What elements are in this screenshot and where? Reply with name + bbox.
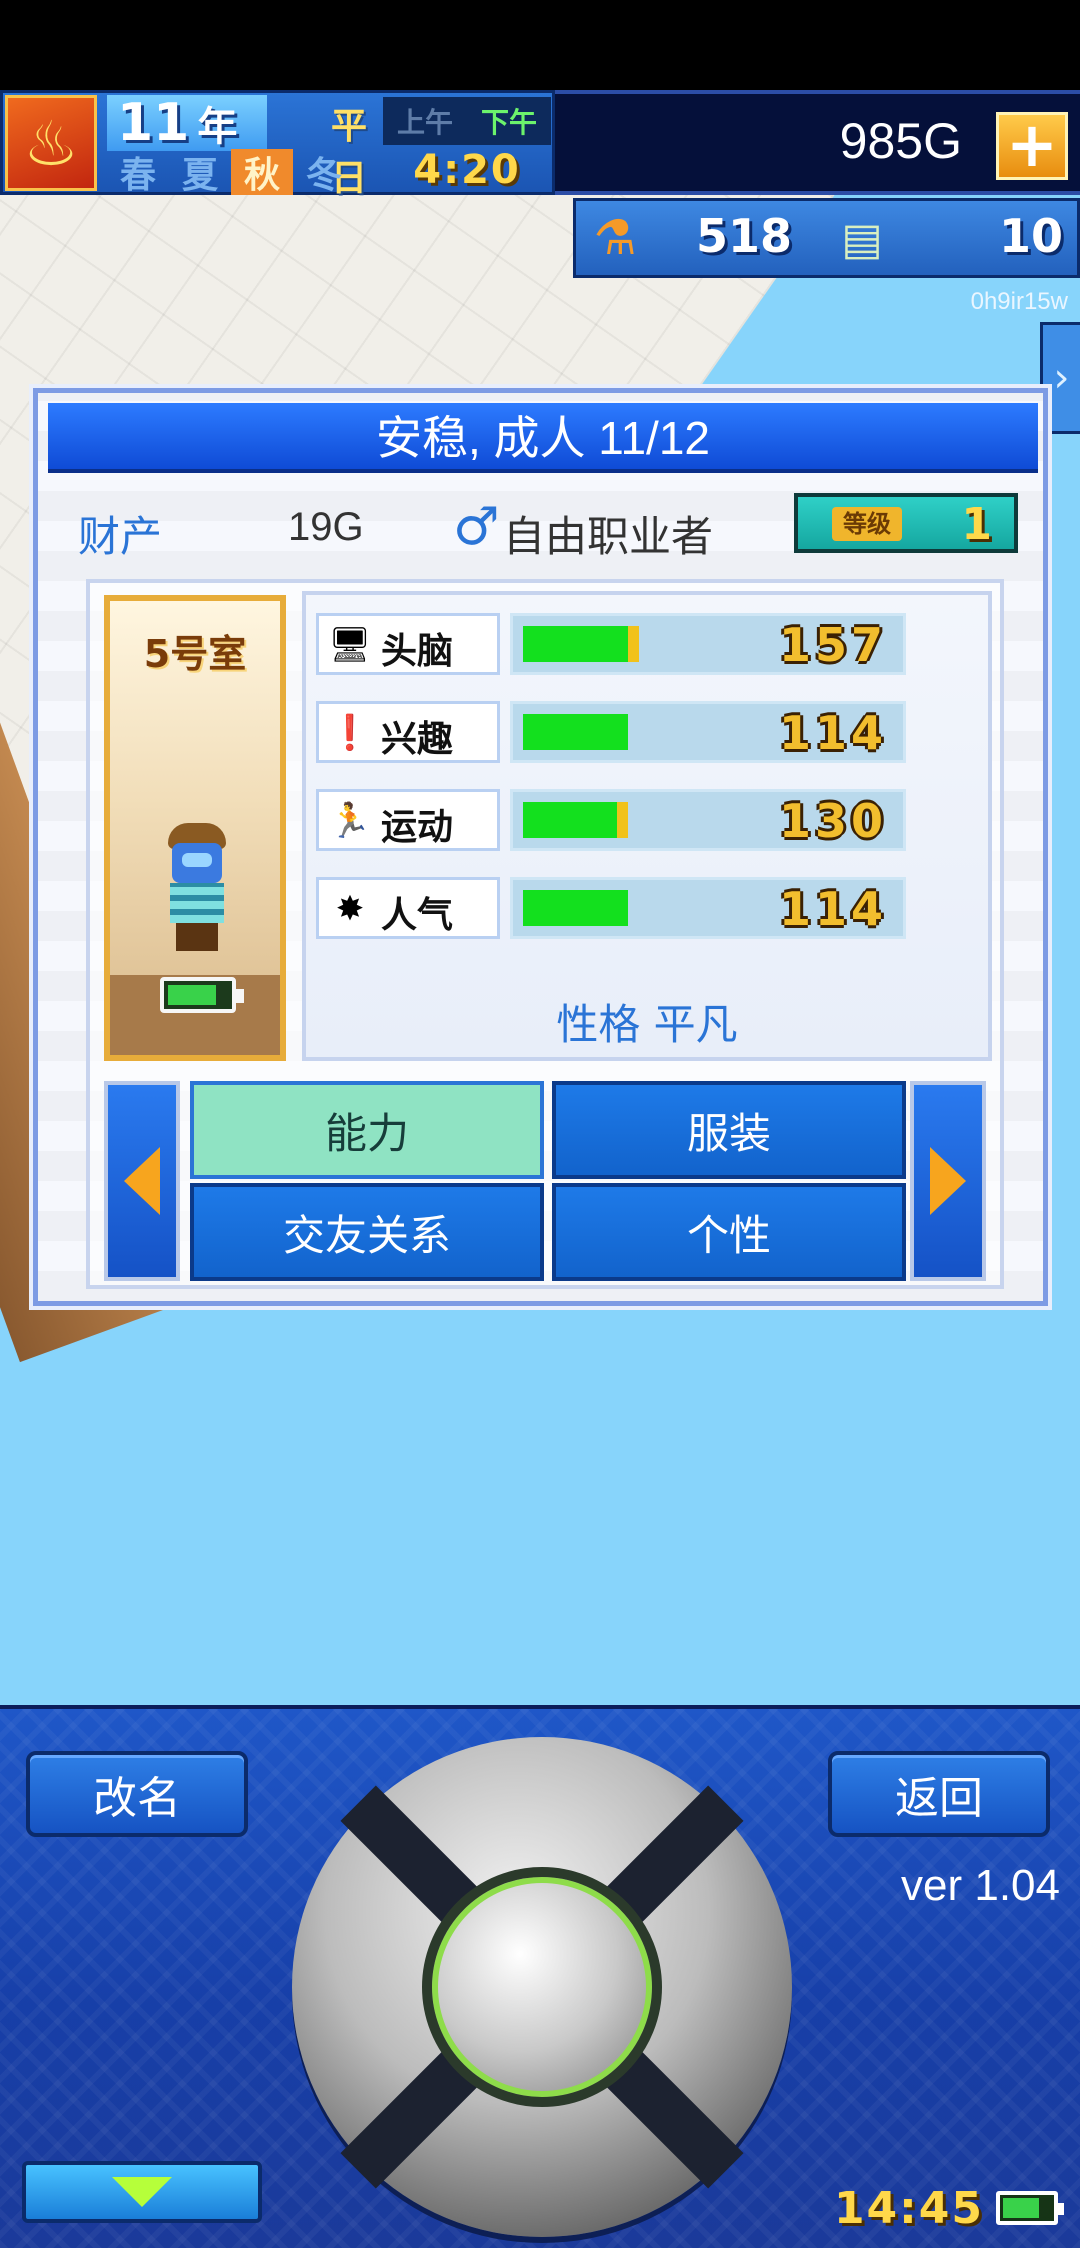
- stat-bar: 157: [510, 613, 906, 675]
- stat-name-box: 🏃 运动: [316, 789, 500, 851]
- stat-bar: 114: [510, 701, 906, 763]
- directional-pad[interactable]: [292, 1737, 792, 2237]
- tab-outfit[interactable]: 服装: [552, 1081, 906, 1179]
- resident-profile-panel: 安稳, 成人 11/12 财产 19G ♂ 自由职业者 等级 1 5号室 🖥 头…: [33, 388, 1048, 1306]
- year-number: 11: [117, 93, 190, 153]
- stat-name-box: ❗ 兴趣: [316, 701, 500, 763]
- ticket-icon: ▤: [841, 213, 883, 265]
- job-title: 自由职业者: [503, 512, 714, 561]
- level-label: 等级: [832, 507, 902, 541]
- money-panel: 985G +: [555, 90, 1080, 195]
- rename-button[interactable]: 改名: [26, 1751, 248, 1837]
- arrow-right-icon: [930, 1147, 966, 1215]
- previous-resident-button[interactable]: [104, 1081, 180, 1281]
- stat-bar-fill: [523, 890, 629, 926]
- research-points-value: 518: [696, 209, 793, 263]
- stat-label: 人气: [381, 895, 454, 936]
- tab-ability[interactable]: 能力: [190, 1081, 544, 1179]
- profile-body: 5号室 🖥 头脑 157 ❗ 兴趣 114 🏃 运动 130 ✸ 人气 114 …: [86, 579, 1004, 1289]
- stat-name-box: ✸ 人气: [316, 877, 500, 939]
- sprite-legs: [176, 923, 218, 951]
- stat-name-box: 🖥 头脑: [316, 613, 500, 675]
- stat-value: 114: [778, 706, 887, 760]
- stat-bar-bonus: [616, 802, 629, 838]
- stat-bar-fill: [523, 802, 617, 838]
- stat-bar-bonus: [628, 626, 639, 662]
- stat-row-brain: 🖥 头脑 157: [316, 613, 916, 677]
- stat-row-popularity: ✸ 人气 114: [316, 877, 916, 941]
- season-summer: 夏: [181, 155, 218, 196]
- resources-panel: ⚗ 518 ▤ 10: [573, 198, 1080, 278]
- stat-label: 兴趣: [381, 719, 454, 760]
- year-display: 11 年: [107, 93, 267, 153]
- stat-bar-fill: [523, 626, 629, 662]
- season-indicator: 春 夏 秋 冬: [107, 149, 377, 196]
- profile-tabs: 能力 服装 交友关系 个性: [190, 1081, 906, 1281]
- am-pm-indicator: 上午 下午: [383, 97, 551, 145]
- stat-value: 114: [778, 882, 887, 936]
- add-money-button[interactable]: +: [996, 112, 1068, 180]
- season-spring: 春: [119, 155, 156, 196]
- male-gender-icon: ♂: [453, 497, 500, 557]
- stat-bar: 130: [510, 789, 906, 851]
- dpad-center-button[interactable]: [422, 1867, 662, 2107]
- tab-friends[interactable]: 交友关系: [190, 1183, 544, 1281]
- info-row: 财产 19G ♂ 自由职业者 等级 1: [78, 493, 1028, 563]
- stat-label: 运动: [381, 807, 454, 848]
- stamina-battery-icon: [160, 977, 244, 1013]
- personality-label: 性格 平凡: [556, 1000, 738, 1049]
- device-clock: 14:45: [833, 2183, 984, 2234]
- room-number: 5号室: [143, 632, 247, 676]
- sprite-body: [170, 883, 224, 923]
- player-id: 0h9ir15w: [970, 288, 1068, 315]
- brain-icon: 🖥: [328, 625, 372, 665]
- stat-label: 头脑: [381, 631, 454, 672]
- controller-panel: 改名 返回 ver 1.04 14:45: [0, 1705, 1080, 2248]
- battery-icon: [996, 2191, 1064, 2225]
- back-button[interactable]: 返回: [828, 1751, 1050, 1837]
- am-label: 上午: [396, 106, 453, 139]
- game-clock: 4:20: [413, 147, 521, 193]
- date-time-panel: ♨ 11 年 平日 上午 下午 春 夏 秋 冬 4:20: [0, 90, 555, 199]
- weekday-label: 平日: [330, 106, 367, 199]
- assets-label: 财产: [78, 512, 163, 561]
- sport-icon: 🏃: [328, 801, 372, 841]
- chevron-right-icon: ›: [1053, 355, 1070, 401]
- chevron-down-icon: [112, 2177, 172, 2207]
- next-resident-button[interactable]: [910, 1081, 986, 1281]
- stat-row-hobby: ❗ 兴趣 114: [316, 701, 916, 765]
- version-label: ver 1.04: [901, 1861, 1060, 1910]
- pm-label: 下午: [480, 106, 537, 139]
- season-flame-icon: ♨: [5, 95, 97, 191]
- resident-sprite: [162, 823, 232, 953]
- hobby-icon: ❗: [328, 713, 372, 753]
- collapse-button[interactable]: [22, 2161, 262, 2223]
- season-autumn: 秋: [231, 149, 293, 196]
- money-amount: 985G: [839, 113, 962, 169]
- assets-value: 19G: [288, 505, 364, 549]
- stats-panel: 🖥 头脑 157 ❗ 兴趣 114 🏃 运动 130 ✸ 人气 114 性格 平…: [302, 591, 992, 1061]
- season-winter: 冬: [305, 155, 342, 196]
- popularity-icon: ✸: [335, 889, 365, 929]
- stat-row-sport: 🏃 运动 130: [316, 789, 916, 853]
- stat-value: 130: [778, 794, 887, 848]
- flask-icon: ⚗: [593, 210, 637, 266]
- level-value: 1: [961, 499, 992, 550]
- level-badge: 等级 1: [794, 493, 1018, 553]
- year-unit: 年: [197, 104, 238, 150]
- system-status-bar: [0, 0, 1080, 90]
- stat-bar-fill: [523, 714, 629, 750]
- stat-bar: 114: [510, 877, 906, 939]
- stat-value: 157: [778, 618, 887, 672]
- tab-personality[interactable]: 个性: [552, 1183, 906, 1281]
- resident-portrait: 5号室: [104, 595, 286, 1061]
- panel-title: 安稳, 成人 11/12: [48, 403, 1038, 473]
- tickets-value: 10: [998, 209, 1063, 263]
- sprite-face: [172, 843, 222, 883]
- arrow-left-icon: [124, 1147, 160, 1215]
